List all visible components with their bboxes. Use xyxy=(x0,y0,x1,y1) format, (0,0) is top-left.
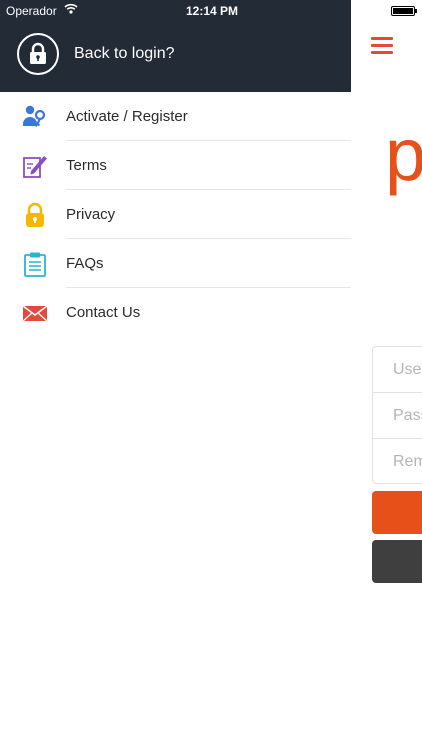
padlock-icon xyxy=(22,202,48,228)
battery-icon xyxy=(391,6,417,16)
drawer-menu: Activate / Register Terms Privacy FAQs C… xyxy=(0,92,351,337)
menu-item-contact-us[interactable]: Contact Us xyxy=(0,288,351,337)
menu-item-privacy[interactable]: Privacy xyxy=(0,190,351,239)
username-field-row xyxy=(373,347,422,393)
lock-icon[interactable] xyxy=(17,33,59,75)
clock-label: 12:14 PM xyxy=(186,4,239,18)
clipboard-icon xyxy=(22,251,48,277)
login-form: Rem xyxy=(372,346,422,484)
wifi-icon xyxy=(64,3,78,17)
menu-item-faqs[interactable]: FAQs xyxy=(0,239,351,288)
app-logo: p xyxy=(385,113,422,196)
password-input[interactable] xyxy=(393,406,422,425)
menu-item-label: Privacy xyxy=(66,206,116,223)
key-user-icon xyxy=(22,104,48,130)
remember-row[interactable]: Rem xyxy=(373,439,422,485)
menu-item-label: FAQs xyxy=(66,255,104,272)
menu-item-activate-register[interactable]: Activate / Register xyxy=(0,92,351,141)
envelope-icon xyxy=(22,300,48,326)
hamburger-menu-icon[interactable] xyxy=(371,37,393,55)
username-input[interactable] xyxy=(393,360,422,379)
main-status-bar xyxy=(351,0,422,22)
drawer-header: Operador 12:14 PM Back to login? xyxy=(0,0,351,92)
main-screen: p Rem xyxy=(351,0,422,750)
remember-label: Rem xyxy=(393,453,422,470)
menu-item-label: Contact Us xyxy=(66,304,141,321)
menu-item-label: Terms xyxy=(66,157,107,174)
carrier-label: Operador xyxy=(6,4,57,18)
menu-item-label: Activate / Register xyxy=(66,108,188,125)
secondary-button[interactable] xyxy=(372,540,422,583)
menu-item-terms[interactable]: Terms xyxy=(0,141,351,190)
status-bar: Operador 12:14 PM xyxy=(0,0,351,22)
back-to-login-link[interactable]: Back to login? xyxy=(74,45,175,63)
password-field-row xyxy=(373,393,422,439)
document-pen-icon xyxy=(22,153,48,179)
side-drawer: Operador 12:14 PM Back to login? Activat… xyxy=(0,0,351,750)
login-button[interactable] xyxy=(372,491,422,534)
